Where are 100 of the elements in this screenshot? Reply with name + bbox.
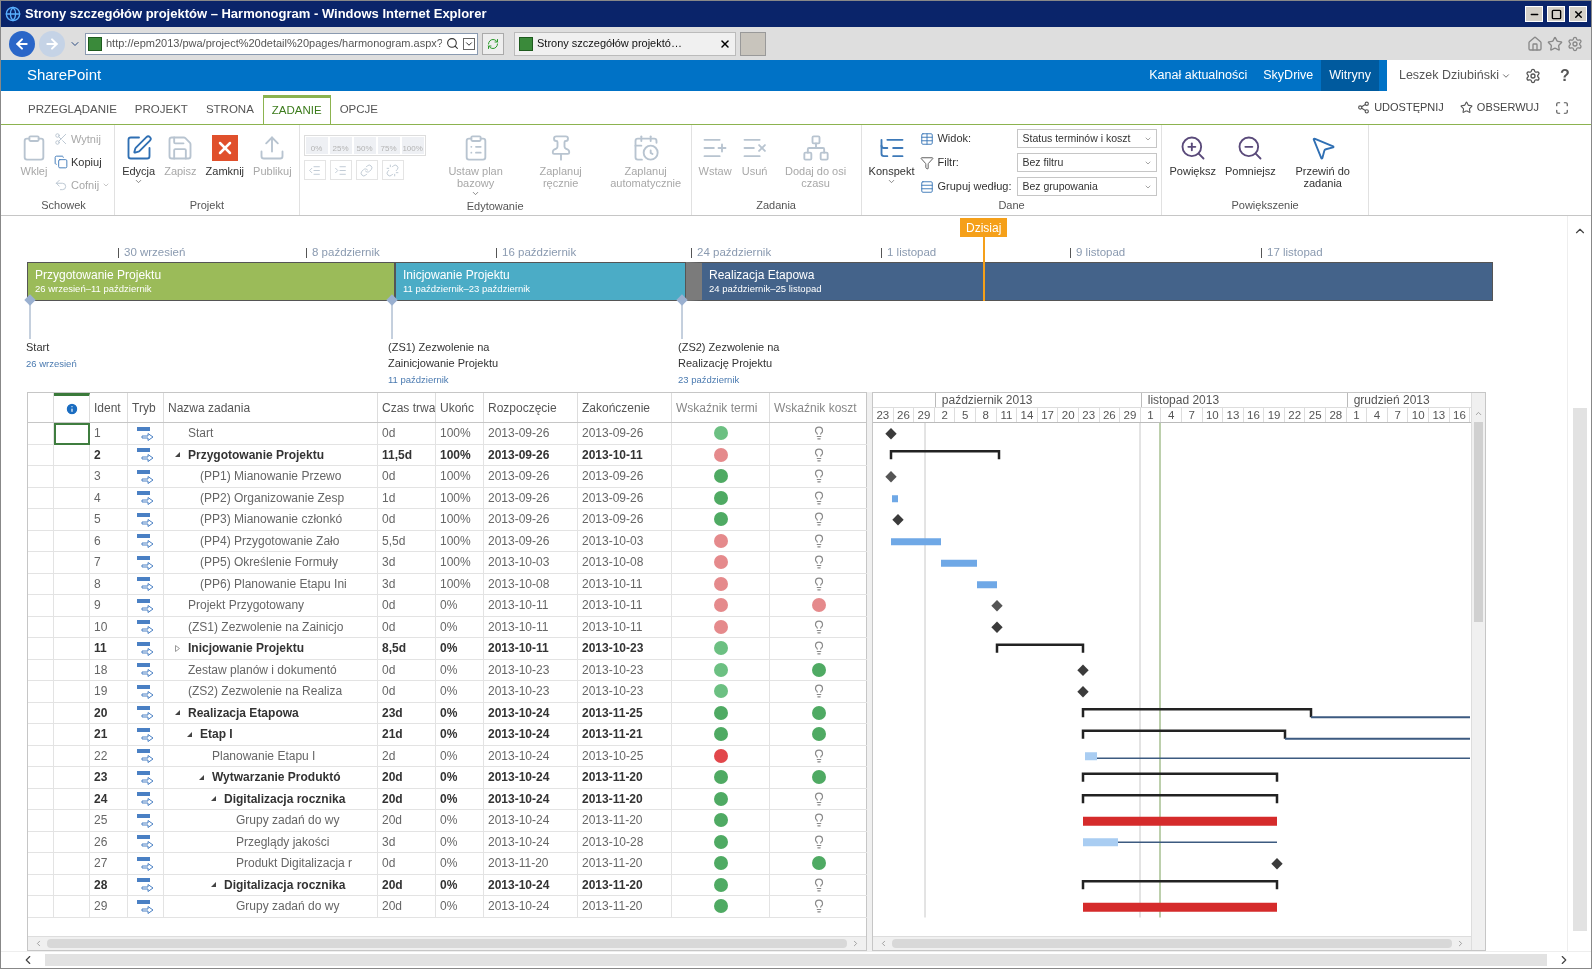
minimize-button[interactable] xyxy=(1525,6,1543,22)
row-selector[interactable] xyxy=(28,767,54,789)
ribbon-button[interactable]: Przewiń do zadania xyxy=(1281,129,1364,189)
milestone-diamond[interactable] xyxy=(892,514,904,526)
row-selector[interactable] xyxy=(28,573,54,595)
expand-toggle-icon[interactable] xyxy=(174,644,181,652)
new-tab-button[interactable] xyxy=(740,31,766,56)
ribbon-small-button[interactable]: Kopiuj xyxy=(54,152,111,172)
pane-splitter[interactable] xyxy=(867,392,873,951)
help-button[interactable]: ? xyxy=(1555,63,1575,88)
row-selector[interactable] xyxy=(28,788,54,810)
scrollbar-thumb[interactable] xyxy=(45,954,1547,966)
ribbon-button[interactable]: Pomniejsz xyxy=(1221,129,1279,177)
ribbon-tab[interactable]: STRONA xyxy=(196,95,263,124)
row-selector[interactable] xyxy=(28,853,54,875)
row-selector[interactable] xyxy=(28,530,54,552)
column-header[interactable]: Czas trwa xyxy=(378,393,436,422)
row-selector[interactable] xyxy=(28,509,54,531)
column-header[interactable]: Ukońc xyxy=(436,393,484,422)
milestone-diamond[interactable] xyxy=(991,621,1003,633)
back-button[interactable] xyxy=(9,30,35,57)
row-selector[interactable] xyxy=(28,681,54,703)
summary-bar[interactable] xyxy=(1081,729,1471,740)
task-bar[interactable] xyxy=(1085,752,1471,761)
row-selector[interactable] xyxy=(28,552,54,574)
ribbon-button[interactable]: Zamknij xyxy=(202,129,248,177)
milestone-diamond[interactable] xyxy=(991,600,1003,612)
dropdown-select[interactable]: Bez grupowania xyxy=(1017,177,1158,196)
suite-link[interactable]: Witryny xyxy=(1321,60,1379,91)
ribbon-tab[interactable]: OPCJE xyxy=(330,95,387,124)
column-header[interactable]: Zakończenie xyxy=(578,393,672,422)
expand-toggle-icon[interactable] xyxy=(186,730,193,738)
expand-toggle-icon[interactable] xyxy=(174,709,181,717)
row-selector[interactable] xyxy=(28,724,54,746)
task-bar[interactable] xyxy=(1083,816,1277,826)
summary-bar[interactable] xyxy=(995,643,1085,653)
row-selector[interactable] xyxy=(28,745,54,767)
scrollbar-thumb[interactable] xyxy=(1572,408,1587,931)
refresh-button[interactable] xyxy=(482,32,504,55)
scrollbar-thumb[interactable] xyxy=(47,939,847,948)
focus-icon[interactable] xyxy=(1555,100,1569,115)
browser-tab[interactable]: Strony szczegółów projektó… xyxy=(514,31,736,56)
ribbon-button[interactable]: Edycja xyxy=(119,129,159,186)
milestone-diamond[interactable] xyxy=(1271,858,1283,870)
summary-bar[interactable] xyxy=(889,450,1001,460)
summary-bar[interactable] xyxy=(1081,772,1279,782)
share-button[interactable]: UDOSTĘPNIJ xyxy=(1357,99,1444,116)
summary-bar[interactable] xyxy=(1081,794,1279,804)
dropdown-select[interactable]: Status terminów i koszt xyxy=(1017,129,1158,148)
home-icon[interactable] xyxy=(1527,35,1543,52)
suite-link[interactable]: SkyDrive xyxy=(1255,60,1322,91)
indicator-cell[interactable] xyxy=(54,423,90,445)
ribbon-tab[interactable]: ZADANIE xyxy=(262,95,331,124)
address-field[interactable]: http://epm2013/pwa/project%20detail%20pages/harmonogram.aspx? xyxy=(85,32,478,55)
row-selector[interactable] xyxy=(28,595,54,617)
favorites-icon[interactable] xyxy=(1547,35,1563,52)
milestone-diamond[interactable] xyxy=(1077,664,1089,676)
summary-bar[interactable] xyxy=(1081,708,1471,719)
row-selector[interactable] xyxy=(28,638,54,660)
row-selector[interactable] xyxy=(28,487,54,509)
milestone-diamond[interactable] xyxy=(885,471,897,483)
horizontal-scrollbar[interactable] xyxy=(873,936,1471,950)
vertical-scrollbar[interactable] xyxy=(1471,393,1485,950)
scrollbar-thumb[interactable] xyxy=(1474,422,1483,622)
ribbon-tab[interactable]: PROJEKT xyxy=(125,95,197,124)
user-menu[interactable]: Leszek Dziubiński xyxy=(1398,66,1511,85)
suite-link[interactable]: Kanał aktualności xyxy=(1141,60,1256,91)
close-button[interactable] xyxy=(1569,6,1587,22)
milestone-diamond[interactable] xyxy=(885,428,897,440)
summary-bar[interactable] xyxy=(1081,880,1279,890)
ribbon-button[interactable]: Powiększ xyxy=(1166,129,1219,177)
row-selector[interactable] xyxy=(28,423,54,445)
row-selector[interactable] xyxy=(28,810,54,832)
row-selector[interactable] xyxy=(28,616,54,638)
dropdown-select[interactable]: Bez filtru xyxy=(1017,153,1158,172)
milestone-diamond[interactable] xyxy=(1077,686,1089,698)
column-header[interactable]: Nazwa zadania xyxy=(164,393,378,422)
row-selector[interactable] xyxy=(28,466,54,488)
row-selector[interactable] xyxy=(28,444,54,466)
row-selector[interactable] xyxy=(28,702,54,724)
row-selector[interactable] xyxy=(28,659,54,681)
expand-toggle-icon[interactable] xyxy=(210,881,217,889)
expand-toggle-icon[interactable] xyxy=(198,773,205,781)
settings-icon[interactable] xyxy=(1525,67,1541,84)
ribbon-tab[interactable]: PRZEGLĄDANIE xyxy=(19,95,126,124)
row-selector[interactable] xyxy=(28,896,54,918)
column-header[interactable]: Rozpoczęcie xyxy=(484,393,578,422)
column-header[interactable]: Tryb xyxy=(128,393,164,422)
column-header[interactable]: Ident xyxy=(90,393,128,422)
expand-toggle-icon[interactable] xyxy=(210,795,217,803)
row-selector[interactable] xyxy=(28,874,54,896)
column-header[interactable]: Wskaźnik termi xyxy=(672,393,770,422)
horizontal-scrollbar[interactable] xyxy=(28,936,866,950)
row-selector[interactable] xyxy=(28,831,54,853)
task-bar[interactable] xyxy=(1083,902,1277,912)
ribbon-button[interactable]: Konspekt xyxy=(865,129,918,186)
scrollbar-thumb[interactable] xyxy=(892,939,1452,948)
maximize-button[interactable] xyxy=(1547,6,1565,22)
expand-toggle-icon[interactable] xyxy=(174,451,181,459)
follow-button[interactable]: OBSERWUJ xyxy=(1459,99,1539,116)
